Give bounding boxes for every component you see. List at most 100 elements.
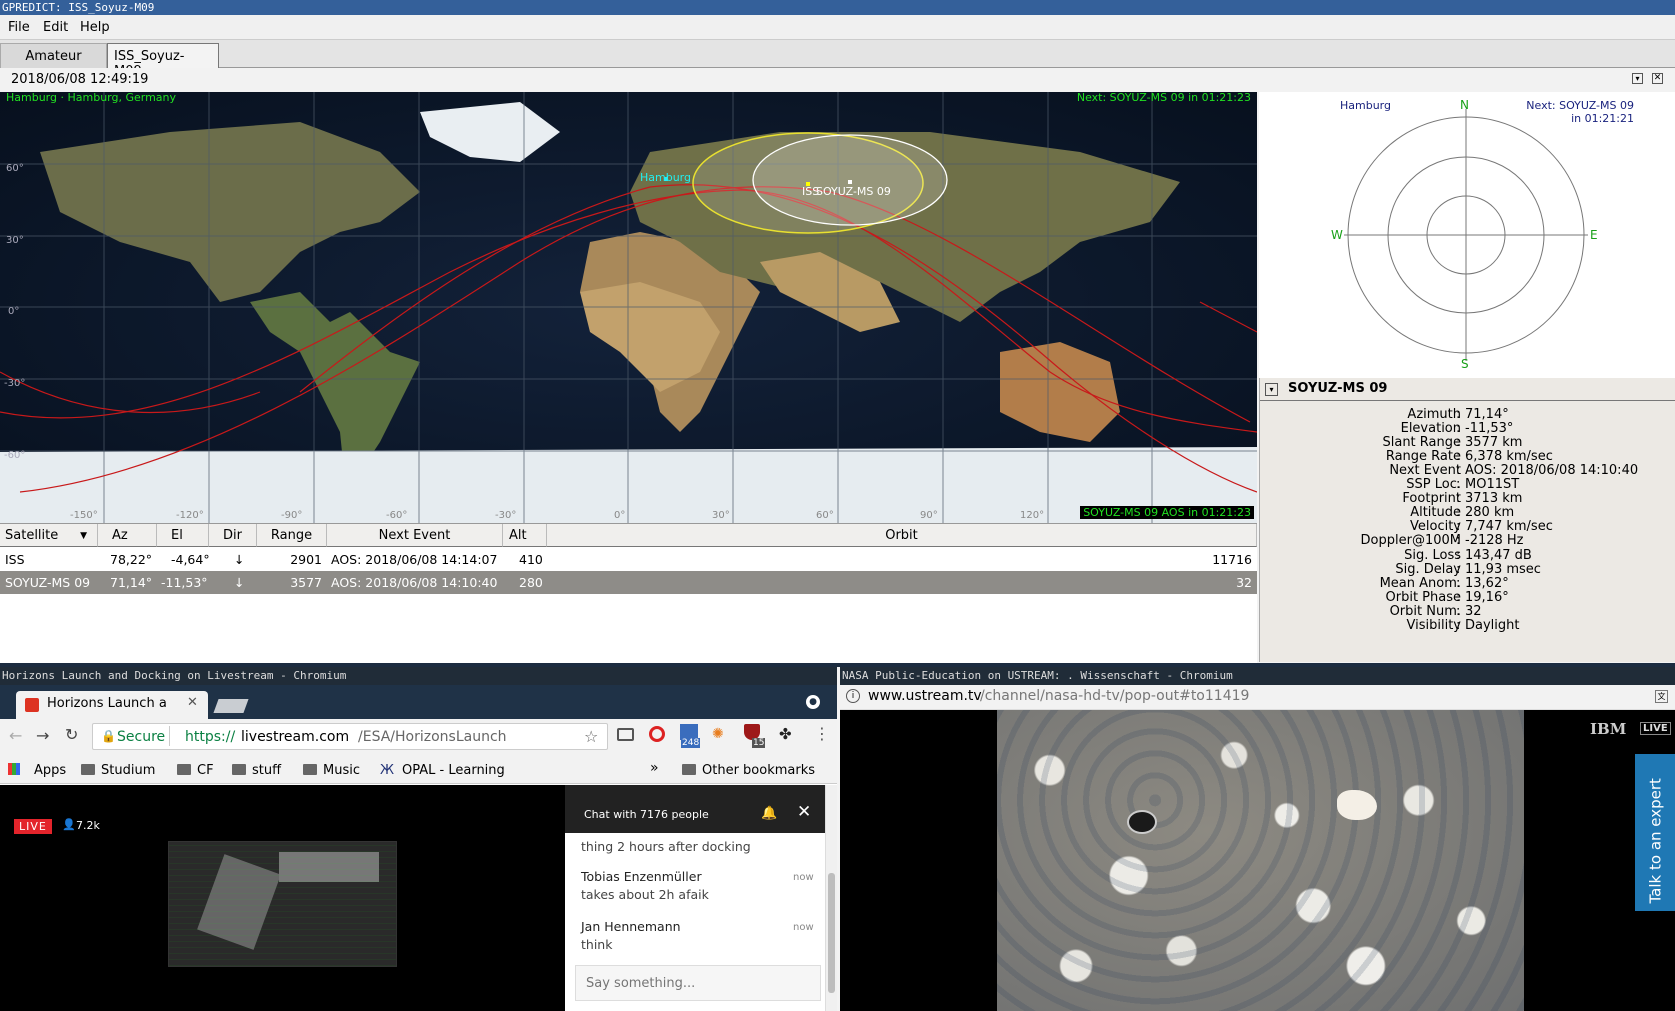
cell-az: 78,22°	[110, 552, 153, 567]
info-separator: :	[1456, 589, 1461, 605]
chat-text: takes about 2h afaik	[581, 887, 709, 902]
bookmark-apps[interactable]: Apps	[8, 763, 66, 778]
talk-to-expert-button[interactable]: Talk to an expert	[1635, 754, 1675, 911]
video-thumbnail	[168, 841, 397, 967]
polar-view[interactable]: Hamburg Next: SOYUZ-MS 09 in 01:21:21 N …	[1259, 92, 1675, 378]
info-label: Altitude	[1410, 505, 1461, 521]
qth-label: Hamburg	[640, 171, 691, 184]
new-tab-button[interactable]	[213, 699, 249, 713]
bookmark-other[interactable]: Other bookmarks	[682, 763, 815, 778]
close-chat-icon[interactable]: ✕	[797, 802, 811, 822]
scrollbar-thumb[interactable]	[828, 873, 835, 993]
chat-input[interactable]	[575, 965, 821, 1001]
info-value: -2128 Hz	[1465, 533, 1524, 549]
bookmark-label: stuff	[252, 763, 282, 778]
tab-iss-soyuz[interactable]: ISS_Soyuz-M09	[107, 43, 219, 79]
soyuz-label: SOYUZ-MS 09	[816, 185, 891, 198]
info-label: Range Rate	[1385, 449, 1461, 465]
col-el[interactable]: El	[157, 524, 209, 547]
info-separator: :	[1456, 617, 1461, 633]
menu-file[interactable]: File	[8, 20, 30, 35]
cell-dir: ↓	[234, 575, 245, 590]
col-orbit[interactable]: Orbit	[547, 524, 1257, 547]
cell-range: 3577	[290, 575, 322, 590]
info-icon[interactable]: i	[846, 689, 860, 703]
url-scheme: https://	[185, 729, 236, 745]
lon-label: 30°	[712, 510, 730, 521]
polar-west: W	[1331, 228, 1343, 242]
col-range[interactable]: Range	[257, 524, 327, 547]
col-alt[interactable]: Alt	[503, 524, 547, 547]
chrome-menu-icon[interactable]: ⋮	[814, 724, 830, 743]
video-area[interactable]: LIVE 👤 7.2k Chat with 7176 people 🔔 ✕ th…	[0, 785, 825, 1011]
bookmarks-overflow[interactable]: »	[650, 760, 659, 776]
info-separator: :	[1456, 547, 1461, 563]
paw-ext-icon[interactable]: ✤	[779, 725, 792, 743]
close-tab-icon[interactable]: ✕	[187, 695, 198, 710]
lat-label: 30°	[6, 235, 24, 246]
scrollbar[interactable]	[825, 785, 837, 1011]
bookmark-label: OPAL - Learning	[402, 763, 505, 778]
info-separator: :	[1456, 435, 1461, 451]
info-value: 3577 km	[1465, 435, 1523, 451]
info-menu-icon[interactable]: ▾	[1265, 383, 1278, 396]
satellite-table[interactable]: Satellite ▼ Az El Dir Range Next Event Al…	[0, 523, 1257, 663]
info-label: Visibility	[1406, 617, 1461, 633]
chat-message: thing 2 hours after docking	[581, 839, 751, 854]
col-satellite-label: Satellite	[5, 528, 59, 543]
col-satellite[interactable]: Satellite ▼	[0, 524, 98, 547]
opera-ext-icon[interactable]	[649, 726, 665, 742]
module-menu-icon[interactable]: ▾	[1632, 73, 1643, 84]
tab-title: Horizons Launch and	[47, 696, 167, 711]
info-label: Slant Range	[1382, 435, 1461, 451]
bookmark-star-icon[interactable]: ☆	[584, 727, 598, 746]
info-separator: :	[1456, 407, 1461, 422]
notification-bell-icon[interactable]: 🔔	[761, 806, 777, 821]
bookmark-music[interactable]: Music	[303, 763, 360, 778]
chat-author: Tobias Enzenmüller	[581, 869, 702, 884]
info-separator: :	[1456, 491, 1461, 507]
info-label: Sig. Delay	[1395, 561, 1461, 577]
cell-dir: ↓	[234, 552, 245, 567]
profile-icon[interactable]: ●	[806, 695, 820, 709]
cell-alt: 280	[519, 575, 543, 590]
lat-label: 0°	[8, 306, 20, 317]
close-module-icon[interactable]: ✕	[1652, 73, 1663, 84]
address-bar[interactable]: i www.ustream.tv /channel/nasa-hd-tv/pop…	[840, 685, 1675, 710]
video-area[interactable]: IBM LIVE Talk to an expert	[840, 710, 1675, 1011]
address-bar[interactable]: 🔒 Secure https:// livestream.com /ESA/Ho…	[92, 723, 608, 750]
apps-icon	[8, 763, 20, 775]
viewer-count: 7.2k	[76, 819, 100, 832]
lon-label: 60°	[816, 510, 834, 521]
forward-icon[interactable]: →	[36, 726, 49, 745]
browser-tab[interactable]: Horizons Launch and ✕	[16, 691, 208, 719]
col-dir[interactable]: Dir	[209, 524, 257, 547]
col-az[interactable]: Az	[98, 524, 157, 547]
table-row[interactable]: ISS 78,22° -4,64° ↓ 2901 AOS: 2018/06/08…	[0, 548, 1257, 571]
cell-satellite: ISS	[5, 552, 25, 567]
bookmark-opal[interactable]: Ж OPAL - Learning	[380, 763, 505, 778]
translate-icon[interactable]: 文	[1655, 690, 1668, 703]
satellite-info-panel: ▾ SOYUZ-MS 09 Azimuth:71,14° Elevation: -1…	[1259, 378, 1675, 662]
cookie-ext-icon[interactable]: ✺	[712, 726, 724, 742]
reload-icon[interactable]: ↻	[65, 725, 78, 744]
info-value: 6,378 km/sec	[1465, 449, 1553, 465]
table-row-selected[interactable]: SOYUZ-MS 09 71,14° -11,53° ↓ 3577 AOS: 2…	[0, 571, 1257, 594]
bookmark-stuff[interactable]: stuff	[232, 763, 281, 778]
bookmarks-bar: Apps Studium CF stuff Music Ж OPAL - Lear…	[0, 754, 837, 784]
cast-icon[interactable]	[617, 728, 634, 741]
folder-icon	[682, 764, 696, 775]
col-next-event[interactable]: Next Event	[327, 524, 503, 547]
chat-message: Tobias Enzenmüller takes about 2h afaik	[581, 869, 709, 902]
bookmark-studium[interactable]: Studium	[81, 763, 155, 778]
back-icon[interactable]: ←	[9, 726, 22, 745]
menu-bar: File Edit Help	[0, 15, 1675, 40]
info-label: Azimuth	[1407, 407, 1461, 422]
bookmark-cf[interactable]: CF	[177, 763, 214, 778]
menu-help[interactable]: Help	[80, 20, 110, 35]
world-map[interactable]: Hamburg · Hamburg, Germany Next: SOYUZ-M…	[0, 92, 1257, 523]
tab-amateur[interactable]: Amateur	[0, 43, 107, 68]
menu-edit[interactable]: Edit	[43, 20, 68, 35]
info-separator: :	[1456, 505, 1461, 521]
info-value: 71,14°	[1465, 407, 1509, 422]
